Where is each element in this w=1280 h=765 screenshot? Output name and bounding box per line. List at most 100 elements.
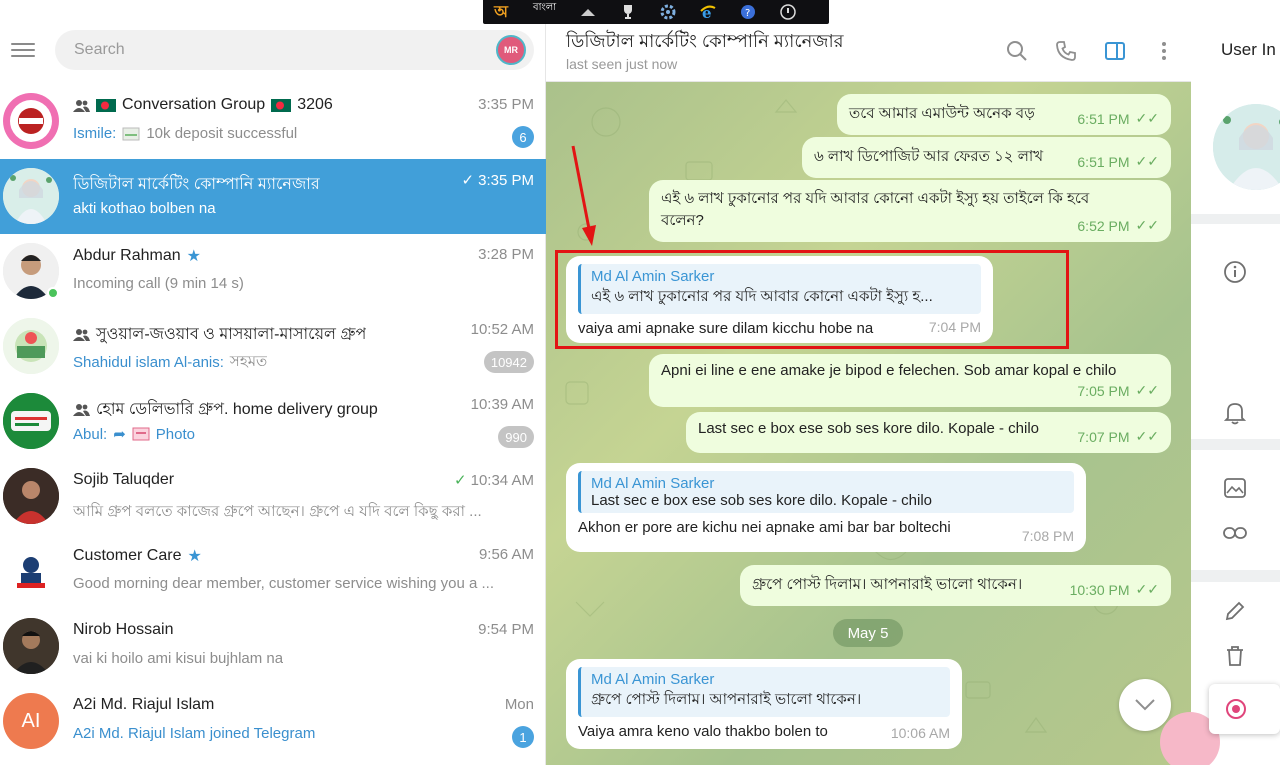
chat-item-abdur-rahman[interactable]: Abdur Rahman ★ 3:28 PM Incoming call (9 m…: [0, 234, 546, 309]
reply-quote[interactable]: Md Al Amin Sarker Last sec e box ese sob…: [578, 471, 1074, 513]
chat-preview: Shahidul islam Al-anis: সহমত: [73, 353, 268, 371]
avatar: [3, 318, 59, 374]
quote-text: গ্রুপে পোস্ট দিলাম। আপনারাই ভালো থাকেন।: [591, 691, 862, 708]
info-icon[interactable]: [1223, 260, 1247, 284]
svg-text:?: ?: [745, 8, 750, 19]
photo-thumb-icon: [132, 427, 150, 441]
message-meta: 6:51 PM ✓✓: [1077, 153, 1159, 170]
message-bubble[interactable]: Last sec e box ese sob ses kore dilo. Ko…: [686, 412, 1171, 453]
message-text: Vaiya amra keno valo thakbo bolen to: [578, 723, 828, 740]
date-separator: May 5: [833, 619, 903, 647]
message-bubble[interactable]: Apni ei line e ene amake je bipod e fele…: [649, 354, 1171, 407]
sidebar-toggle-icon[interactable]: [1102, 38, 1128, 64]
user-info-card: User In: [1191, 18, 1280, 214]
message-bubble[interactable]: Md Al Amin Sarker গ্রুপে পোস্ট দিলাম। আপ…: [566, 659, 962, 749]
user-info-panel: User In: [1191, 18, 1280, 765]
unread-badge: 6: [512, 126, 534, 148]
phone-icon[interactable]: [1053, 38, 1079, 64]
chat-list: Conversation Group 3206 3:35 PM Ismile: …: [0, 84, 546, 759]
message-bubble[interactable]: গ্রুপে পোস্ট দিলাম। আপনারাই ভালো থাকেন। …: [740, 565, 1171, 606]
message-meta: 7:05 PM ✓✓: [1077, 382, 1159, 399]
chat-item-digital-marketing-manager[interactable]: ডিজিটাল মার্কেটিং কোম্পানি ম্যানেজার ✓ 3:…: [0, 159, 546, 234]
chat-status: last seen just now: [566, 56, 678, 72]
forward-icon: ➦: [113, 426, 126, 443]
chat-name: Customer Care ★: [73, 547, 202, 565]
reply-quote[interactable]: Md Al Amin Sarker গ্রুপে পোস্ট দিলাম। আপ…: [578, 667, 950, 717]
chat-preview: Good morning dear member, customer servi…: [73, 575, 493, 592]
search-icon[interactable]: [1004, 38, 1030, 64]
pencil-icon[interactable]: [1223, 599, 1247, 623]
chat-name: হোম ডেলিভারি গ্রুপ. home delivery group: [73, 396, 378, 423]
chat-item-customer-care[interactable]: Customer Care ★ 9:56 AM Good morning dear…: [0, 534, 546, 609]
group-icon: [73, 404, 90, 416]
avatar: AI: [3, 693, 59, 749]
browser-icon[interactable]: e: [700, 4, 716, 20]
chat-time: 9:56 AM: [478, 546, 534, 563]
hat-icon[interactable]: [580, 4, 596, 20]
message-meta: 7:08 PM: [1021, 528, 1074, 544]
chat-name: Conversation Group 3206: [73, 96, 333, 114]
help-icon[interactable]: ?: [740, 4, 756, 20]
message-bubble[interactable]: ৬ লাখ ডিপোজিট আর ফেরত ১২ লাখ 6:51 PM ✓✓: [802, 137, 1171, 178]
chat-time: ✓ 10:34 AM: [454, 471, 534, 490]
info-card: [1191, 224, 1280, 439]
account-avatar[interactable]: MR: [496, 35, 526, 65]
chat-name: Abdur Rahman ★: [73, 247, 201, 265]
trash-icon[interactable]: [1223, 644, 1247, 668]
chat-item-sojib-taluqder[interactable]: Sojib Taluqder ✓ 10:34 AM আমি গ্রুপ বলতে …: [0, 459, 546, 534]
annotation-arrow: [571, 145, 596, 246]
hamburger-menu-icon[interactable]: [11, 40, 35, 60]
chevron-down-icon: [1135, 699, 1155, 711]
chat-item-nirob-hossain[interactable]: Nirob Hossain 9:54 PM vai ki hoilo ami k…: [0, 609, 546, 684]
link-icon[interactable]: [1223, 521, 1247, 545]
message-bubble[interactable]: Md Al Amin Sarker Last sec e box ese sob…: [566, 463, 1086, 552]
message-text: Akhon er pore are kichu nei apnake ami b…: [578, 519, 951, 536]
message-bubble[interactable]: এই ৬ লাখ ঢুকানোর পর যদি আবার কোনো একটা ই…: [649, 180, 1171, 242]
profile-avatar[interactable]: [1213, 104, 1280, 190]
message-meta: 7:07 PM ✓✓: [1077, 428, 1159, 445]
double-check-icon: ✓✓: [1135, 382, 1159, 398]
message-meta: 10:30 PM ✓✓: [1069, 581, 1159, 598]
message-bubble[interactable]: তবে আমার এমাউন্ট অনেক বড় 6:51 PM ✓✓: [837, 94, 1171, 135]
power-icon[interactable]: [780, 4, 796, 20]
chat-item-suwal-jawab-group[interactable]: সুওয়াল-জওয়াব ও মাসয়ালা-মাসায়েল গ্রুপ…: [0, 309, 546, 384]
search-row: MR: [0, 30, 546, 70]
message-text: ৬ লাখ ডিপোজিট আর ফেরত ১২ লাখ: [814, 148, 1044, 165]
conversation-panel: ডিজিটাল মার্কেটিং কোম্পানি ম্যানেজার las…: [546, 18, 1191, 765]
chat-item-conversation-group[interactable]: Conversation Group 3206 3:35 PM Ismile: …: [0, 84, 546, 159]
message-area[interactable]: তবে আমার এমাউন্ট অনেক বড় 6:51 PM ✓✓ ৬ লা…: [546, 82, 1191, 765]
avatar: [3, 93, 59, 149]
bangladesh-flag-icon: [271, 98, 292, 112]
read-check-icon: ✓: [461, 172, 475, 189]
header-actions: [1004, 38, 1177, 64]
chat-time: 10:39 AM: [470, 396, 534, 413]
chat-name: Sojib Taluqder: [73, 471, 175, 488]
chat-time: 9:54 PM: [478, 621, 534, 638]
chat-header[interactable]: ডিজিটাল মার্কেটিং কোম্পানি ম্যানেজার las…: [546, 18, 1191, 82]
floating-widget-button[interactable]: [1209, 684, 1280, 734]
avatar: [3, 393, 59, 449]
chat-item-a2i-riajul-islam[interactable]: AI A2i Md. Riajul Islam Mon A2i Md. Riaj…: [0, 684, 546, 759]
quote-author: Md Al Amin Sarker: [591, 475, 715, 492]
search-box[interactable]: MR: [55, 30, 534, 70]
language-label[interactable]: বাংলা: [533, 0, 556, 17]
annotation-highlight-box: [555, 250, 1069, 349]
scroll-to-bottom-button[interactable]: [1119, 679, 1171, 731]
image-icon[interactable]: [1223, 476, 1247, 500]
chat-time: ✓ 3:35 PM: [461, 171, 534, 190]
bangla-logo-icon[interactable]: অ: [493, 2, 509, 21]
avatar: [3, 618, 59, 674]
chat-item-home-delivery-group[interactable]: হোম ডেলিভারি গ্রুপ. home delivery group …: [0, 384, 546, 459]
search-input[interactable]: [55, 30, 435, 70]
double-check-icon: ✓✓: [1135, 153, 1159, 169]
more-options-icon[interactable]: [1151, 38, 1177, 64]
system-toolbar: অ বাংলা e ?: [483, 0, 829, 24]
chat-preview: akti kothao bolben na: [73, 200, 216, 217]
chat-name: ডিজিটাল মার্কেটিং কোম্পানি ম্যানেজার: [73, 176, 320, 193]
message-text: Apni ei line e ene amake je bipod e fele…: [661, 362, 1117, 379]
gear-icon[interactable]: [660, 4, 676, 20]
unread-badge: 990: [498, 426, 534, 448]
avatar: [3, 468, 59, 524]
trophy-icon[interactable]: [620, 4, 636, 20]
bell-icon[interactable]: [1223, 401, 1247, 425]
